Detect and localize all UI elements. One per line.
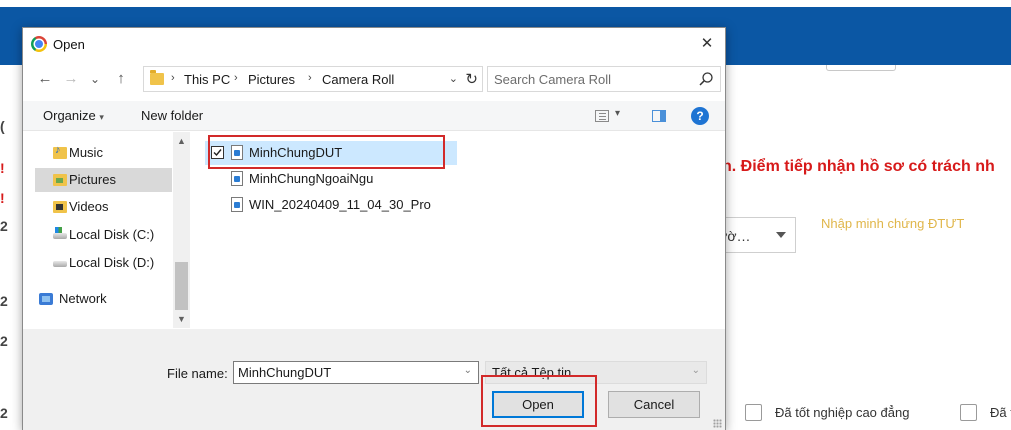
page-checkbox-label: Đã tốt nghiệp cao đẳng xyxy=(775,405,910,420)
recent-locations-button[interactable]: ⌄ xyxy=(85,68,105,90)
nav-item-local-disk-c[interactable]: Local Disk (C:) xyxy=(35,223,172,247)
nav-item-videos[interactable]: Videos xyxy=(35,195,172,219)
page-left-mark: 2 xyxy=(0,218,8,234)
folder-icon xyxy=(150,70,164,85)
breadcrumb-separator: › xyxy=(308,72,312,84)
page-checkbox[interactable] xyxy=(745,404,762,421)
image-file-icon xyxy=(231,145,243,160)
file-item-minhchungdut[interactable]: MinhChungDUT xyxy=(205,141,457,165)
help-icon[interactable]: ? xyxy=(691,107,709,125)
chevron-down-icon: ▾ xyxy=(99,112,104,122)
nav-item-label: Pictures xyxy=(69,172,116,187)
nav-item-label: Videos xyxy=(69,199,109,214)
image-file-icon xyxy=(231,197,243,212)
page-checkbox[interactable] xyxy=(960,404,977,421)
forward-button[interactable]: → xyxy=(61,68,81,90)
breadcrumb-pictures[interactable]: Pictures xyxy=(248,72,295,87)
page-header-tab[interactable] xyxy=(826,65,896,71)
dialog-toolbar: Organize ▾ New folder ▾ ? xyxy=(23,101,725,131)
search-box[interactable] xyxy=(487,66,721,92)
breadcrumb-separator: › xyxy=(171,72,175,84)
page-left-mark: 2 xyxy=(0,293,8,309)
navigation-scrollbar[interactable]: ▲ ▼ xyxy=(173,132,190,328)
scrollbar-thumb[interactable] xyxy=(175,262,188,310)
breadcrumb-this-pc[interactable]: This PC xyxy=(184,72,230,87)
file-list: MinhChungDUT MinhChungNgoaiNgu WIN_20240… xyxy=(191,132,725,328)
nav-item-local-disk-d[interactable]: Local Disk (D:) xyxy=(35,251,172,275)
scroll-up-icon[interactable]: ▲ xyxy=(173,134,190,148)
nav-item-label: Local Disk (C:) xyxy=(69,227,155,242)
refresh-icon[interactable]: ↻ xyxy=(465,70,478,88)
close-button[interactable]: ✕ xyxy=(689,28,725,60)
local-disk-d-icon xyxy=(53,261,67,267)
pictures-folder-icon xyxy=(53,174,67,186)
nav-item-label: Local Disk (D:) xyxy=(69,255,155,270)
new-folder-button[interactable]: New folder xyxy=(141,108,203,123)
page-notice-text: n. Điểm tiếp nhận hồ sơ có trách nh xyxy=(722,158,995,175)
resize-grip-icon[interactable] xyxy=(713,419,722,428)
dialog-footer: File name: ⌄ Tất cả Tệp tin ⌄ Open Cance… xyxy=(23,329,725,430)
view-options-icon[interactable] xyxy=(595,110,609,122)
nav-item-network[interactable]: Network xyxy=(35,287,172,311)
page-left-mark: ( xyxy=(0,118,5,134)
breadcrumb-camera-roll[interactable]: Camera Roll xyxy=(322,72,394,87)
checkmark-icon xyxy=(213,149,222,157)
chevron-down-icon[interactable]: ⌄ xyxy=(449,72,458,85)
videos-folder-icon xyxy=(53,201,67,213)
navigation-pane: Music Pictures Videos Local Disk (C:) Lo… xyxy=(23,132,190,328)
local-disk-c-icon xyxy=(53,227,67,239)
page-left-mark: 2 xyxy=(0,405,8,421)
breadcrumb-separator: › xyxy=(234,72,238,84)
network-icon xyxy=(39,293,53,305)
file-type-value: Tất cả Tệp tin xyxy=(492,365,572,380)
chrome-icon xyxy=(31,36,47,52)
open-file-dialog: Open ✕ ← → ⌄ ↑ › This PC › Pictures › Ca… xyxy=(22,27,726,430)
organize-label: Organize xyxy=(43,108,96,123)
caret-down-icon xyxy=(776,232,786,238)
music-folder-icon xyxy=(53,144,67,159)
search-icon[interactable] xyxy=(698,71,714,87)
dialog-titlebar[interactable]: Open ✕ xyxy=(23,28,725,60)
navigation-row: ← → ⌄ ↑ › This PC › Pictures › Camera Ro… xyxy=(23,64,725,94)
dialog-title: Open xyxy=(53,37,85,52)
file-name-field[interactable]: ⌄ xyxy=(233,361,479,384)
file-name-input[interactable] xyxy=(238,364,458,381)
nav-item-pictures[interactable]: Pictures xyxy=(35,168,172,192)
evidence-link[interactable]: Nhập minh chứng ĐTƯT xyxy=(821,216,964,231)
file-type-select[interactable]: Tất cả Tệp tin ⌄ xyxy=(485,361,707,384)
file-item-minhchungngoaingu[interactable]: MinhChungNgoaiNgu xyxy=(205,167,457,191)
address-bar[interactable]: › This PC › Pictures › Camera Roll ⌄ ↻ xyxy=(143,66,483,92)
file-name: WIN_20240409_11_04_30_Pro xyxy=(249,197,431,212)
chevron-down-icon[interactable]: ▾ xyxy=(615,108,620,119)
file-name: MinhChungNgoaiNgu xyxy=(249,171,374,186)
nav-item-label: Music xyxy=(69,145,103,160)
cancel-button[interactable]: Cancel xyxy=(608,391,700,418)
up-button[interactable]: ↑ xyxy=(111,68,131,90)
chevron-down-icon[interactable]: ⌄ xyxy=(464,365,472,376)
file-name-label: File name: xyxy=(167,366,228,381)
nav-item-music[interactable]: Music xyxy=(35,141,172,165)
chevron-down-icon: ⌄ xyxy=(691,365,700,376)
open-button[interactable]: Open xyxy=(492,391,584,418)
page-top-strip xyxy=(0,0,1011,7)
back-button[interactable]: ← xyxy=(35,68,55,90)
search-input[interactable] xyxy=(494,70,694,88)
nav-item-label: Network xyxy=(59,291,107,306)
page-checkbox-label: Đã t xyxy=(990,405,1011,420)
organize-menu[interactable]: Organize ▾ xyxy=(43,108,104,123)
page-left-mark: 2 xyxy=(0,333,8,349)
page-left-mark: ! xyxy=(0,190,5,206)
preview-pane-icon[interactable] xyxy=(652,110,666,122)
file-item-win-20240409[interactable]: WIN_20240409_11_04_30_Pro xyxy=(205,193,457,217)
file-name: MinhChungDUT xyxy=(249,145,343,160)
image-file-icon xyxy=(231,171,243,186)
scroll-down-icon[interactable]: ▼ xyxy=(173,312,190,326)
page-left-mark: ! xyxy=(0,160,5,176)
file-checkbox[interactable] xyxy=(211,146,224,159)
